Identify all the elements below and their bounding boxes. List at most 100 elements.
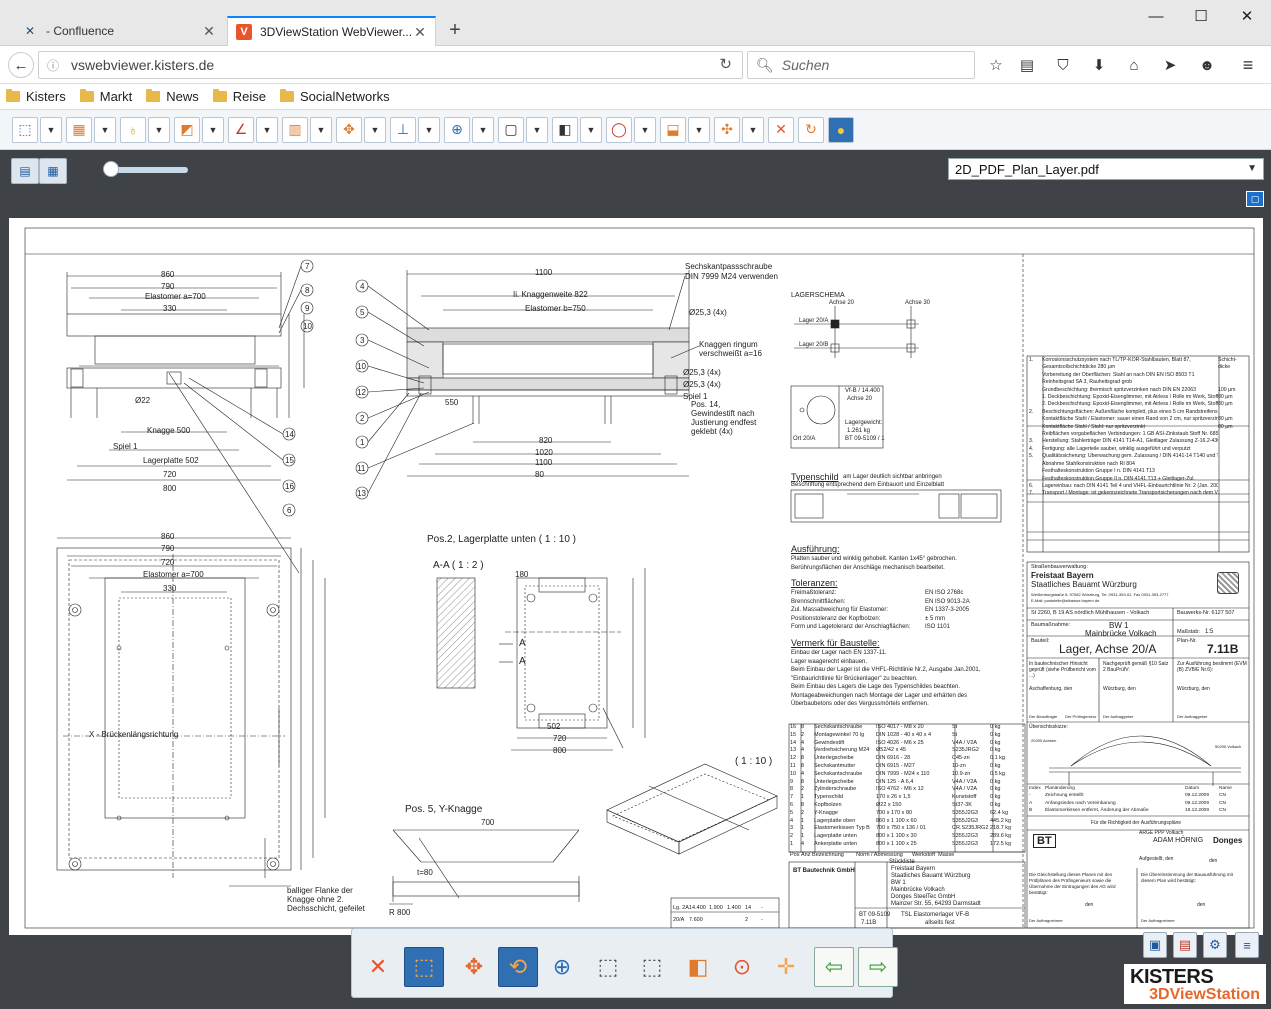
section-icon[interactable]: ▥ [282,116,308,143]
dropdown-arrow[interactable]: ▼ [202,116,224,143]
search-input[interactable]: 🔍︎ Suchen [747,51,975,79]
emoji-icon[interactable]: ☻ [1195,54,1219,76]
parts-rows-cell: 2 [801,786,805,793]
parts-rows-cell: Verdrehsicherung M24 [814,747,870,754]
dropdown-arrow[interactable]: ▼ [148,116,170,143]
zoom-slider-handle[interactable] [103,161,119,177]
section-mark: A [519,656,526,667]
axis-icon[interactable]: ⊥ [390,116,416,143]
bookmark-star-icon[interactable]: ☆ [984,54,1008,76]
download-icon[interactable]: ⬇ [1087,54,1111,76]
viewer-canvas[interactable]: ▤ ▦ 2D_PDF_Plan_Layer.pdf ▼ ▢ 860 790 El… [0,150,1271,1009]
dropdown-arrow[interactable]: ▼ [688,116,710,143]
info-icon[interactable]: ⓘ [47,57,59,74]
fullscreen-button[interactable]: ▢ [1246,191,1264,207]
dropdown-arrow[interactable]: ▼ [364,116,386,143]
new-tab-button[interactable]: + [445,18,465,42]
url-bar[interactable]: ⓘ vswebviewer.kisters.de ↻ [38,51,743,79]
dropdown-arrow[interactable]: ▼ [742,116,764,143]
bookmark-reise[interactable]: Reise [212,89,266,104]
callout-number: 15 [285,456,294,465]
select-mode-button[interactable]: ⬚ [404,947,444,987]
parts-rows-cell: 0 kg [990,731,1001,738]
dim-label: 720 [553,734,567,743]
parts-rows-row: 7 1 Typenschild 170 x 26 x 1,5 Kunststoff 0 k… [790,794,1022,802]
parts-rows-cell: Elastomerkissen Typ B [814,825,870,832]
bookmark-markt[interactable]: Markt [79,89,132,104]
back-button[interactable]: ← [8,52,34,78]
select-area-button[interactable]: ⬚ [632,947,672,987]
measure-icon[interactable]: ∠ [228,116,254,143]
pruef-text: Nachgeprüft gemäß §10 Satz 2 BauPrüfV: [1103,661,1169,673]
dropdown-arrow[interactable]: ▼ [94,116,116,143]
explode-icon[interactable]: ⬓ [660,116,686,143]
zoom-fit-button[interactable]: ⊙ [722,947,762,987]
rotate-button[interactable]: ⟲ [498,947,538,987]
menu-icon[interactable]: ≡ [1236,54,1260,76]
previous-view-button[interactable]: ⇦ [814,947,854,987]
pocket-icon[interactable]: ⛉ [1051,54,1075,76]
reading-list-icon[interactable]: ▤ [1015,54,1039,76]
transform-icon[interactable]: ✣ [714,116,740,143]
render-mode-icon[interactable]: ▦ [66,116,92,143]
shaded-cube-icon[interactable]: ◧ [552,116,578,143]
parts-rows-cell: DIN 125 - A 6,4 [876,778,914,785]
pdf-icon[interactable]: ▤ [1173,932,1197,958]
home-icon[interactable]: ⌂ [1122,54,1146,76]
view-cube-icon[interactable]: ◩ [174,116,200,143]
dropdown-arrow[interactable]: ▼ [526,116,548,143]
close-window-button[interactable]: ✕ [1227,4,1267,28]
date-place: Aschaffenburg, den [1029,686,1073,692]
sign-text: Aufgestellt, den [1139,856,1174,862]
comment-icon[interactable]: ◯ [606,116,632,143]
zoom-button[interactable]: ⊕ [542,947,582,987]
tab-viewstation[interactable]: V 3DViewStation WebViewer... ✕ [227,16,436,46]
zoom-slider-track[interactable] [108,167,188,173]
close-tab-icon[interactable]: ✕ [202,23,216,40]
dropdown-arrow[interactable]: ▼ [580,116,602,143]
next-view-button[interactable]: ⇨ [858,947,898,987]
send-icon[interactable]: ➤ [1158,54,1182,76]
document-select[interactable]: 2D_PDF_Plan_Layer.pdf ▼ [948,158,1264,180]
pan-button[interactable]: ✥ [454,947,494,987]
tab-confluence[interactable]: ✕ - Confluence ✕ [14,16,224,46]
move-icon[interactable]: ✥ [336,116,362,143]
drawing-note: Knaggen ringum verschweißt a=16 [699,340,762,358]
dropdown-arrow[interactable]: ▼ [256,116,278,143]
bookmark-news[interactable]: News [146,89,199,104]
select-tool-icon[interactable]: ⬚ [12,116,38,143]
add-view-button[interactable]: ▤ [11,158,39,184]
lager-box-label: Ort 20/A [793,436,816,442]
zoom-icon[interactable]: ⊕ [444,116,470,143]
reset-icon[interactable]: ↻ [798,116,824,143]
minimize-button[interactable]: — [1136,4,1176,28]
save-icon[interactable]: ▣ [1143,932,1167,958]
dropdown-arrow[interactable]: ▼ [472,116,494,143]
menu-more-icon[interactable]: ≡ [1235,932,1259,958]
parts-rows-cell: ISO 4026 - M6 x 25 [876,739,924,746]
center-button[interactable]: ✛ [766,947,806,987]
wireframe-cube-icon[interactable]: ▢ [498,116,524,143]
close-tab-icon[interactable]: ✕ [413,24,427,41]
dropdown-arrow[interactable]: ▼ [634,116,656,143]
lightbulb-icon[interactable]: ♁ [120,116,146,143]
settings-icon[interactable]: ⚙ [1203,932,1227,958]
lower-table-cell: Lg. 2A [673,905,689,911]
parts-rows-cell: 0 kg [990,786,1001,793]
dropdown-arrow[interactable]: ▼ [418,116,440,143]
fit-view-button[interactable]: ◧ [678,947,718,987]
zoom-area-button[interactable]: ⬚ [588,947,628,987]
dropdown-arrow[interactable]: ▼ [40,116,62,143]
maximize-button[interactable]: ☐ [1181,4,1221,28]
close-selection-button[interactable]: ✕ [358,947,398,987]
bookmark-kisters[interactable]: Kisters [6,89,66,104]
bookmark-socialnetworks[interactable]: SocialNetworks [280,89,390,104]
reload-icon[interactable]: ↻ [719,55,732,73]
browser-navbar: ← ⓘ vswebviewer.kisters.de ↻ 🔍︎ Suchen ☆… [0,46,1271,84]
coating-rows-cell: Gesamtsollschichtdicke 280 µm [1042,364,1116,371]
color-palette-icon[interactable]: ● [828,116,854,143]
toleranzen-title: Toleranzen: [791,578,838,588]
dropdown-arrow[interactable]: ▼ [310,116,332,143]
cancel-icon[interactable]: ✕ [768,116,794,143]
grid-view-button[interactable]: ▦ [39,158,67,184]
